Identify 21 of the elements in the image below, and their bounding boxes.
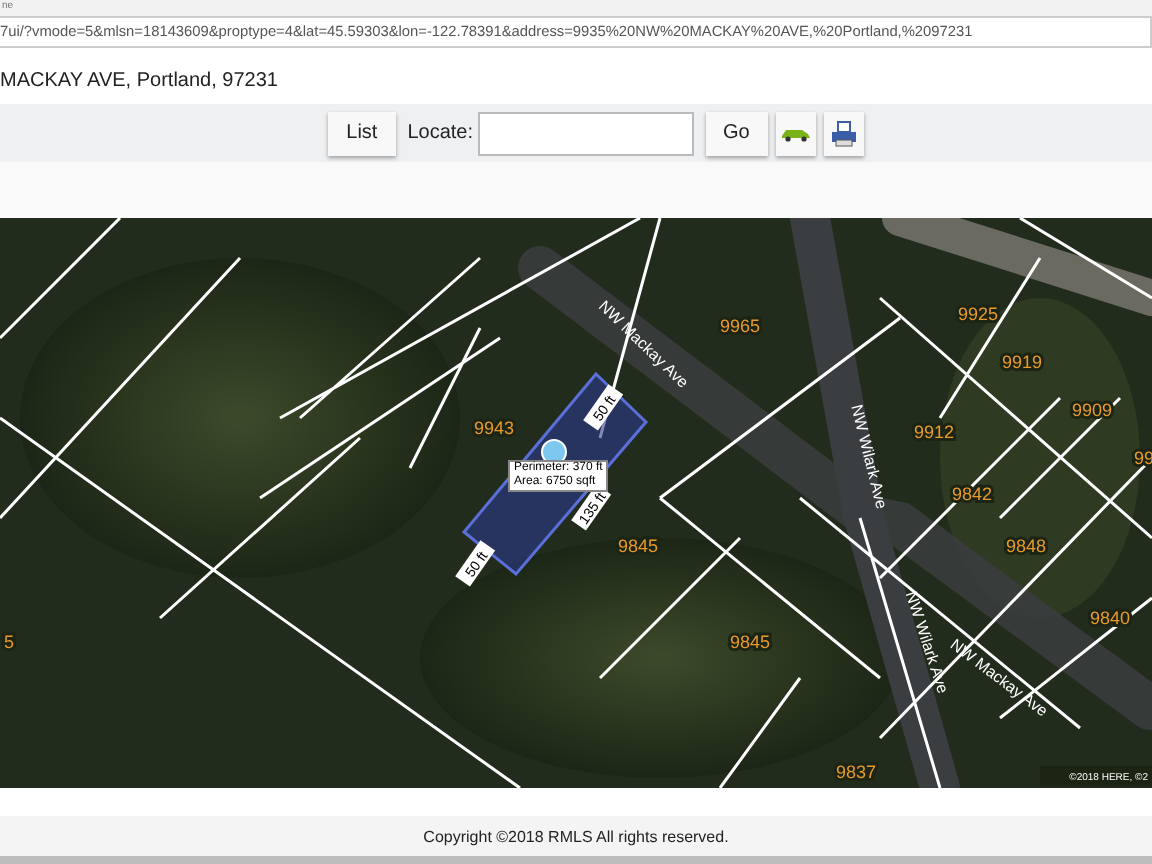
property-address: MACKAY AVE, Portland, 97231 — [0, 68, 280, 96]
parcel-number: 9845 — [729, 632, 771, 652]
list-button[interactable]: List — [328, 111, 396, 155]
locate-field[interactable] — [477, 111, 694, 155]
printer-icon — [829, 119, 858, 147]
parcel-number: 9919 — [1001, 352, 1043, 372]
go-button[interactable]: Go — [705, 111, 768, 155]
parcel-number: 9845 — [617, 536, 659, 556]
parcel-number: 9912 — [913, 422, 955, 442]
parcel-number: 9943 — [473, 418, 515, 438]
parcel-number: 9925 — [957, 304, 999, 324]
locate-label: Locate: — [407, 122, 474, 144]
copyright-text: Copyright ©2018 RMLS All rights reserved. — [423, 827, 729, 845]
parcel-number: 9848 — [1005, 536, 1047, 556]
street-label: NW Wilark Ave — [847, 403, 891, 511]
car-icon — [779, 125, 812, 141]
car-button[interactable] — [775, 111, 816, 155]
parcel-number: 5 — [4, 632, 15, 652]
print-button[interactable] — [823, 111, 864, 155]
parcel-number: 9965 — [719, 316, 761, 336]
parcel-number: 9837 — [835, 762, 877, 782]
